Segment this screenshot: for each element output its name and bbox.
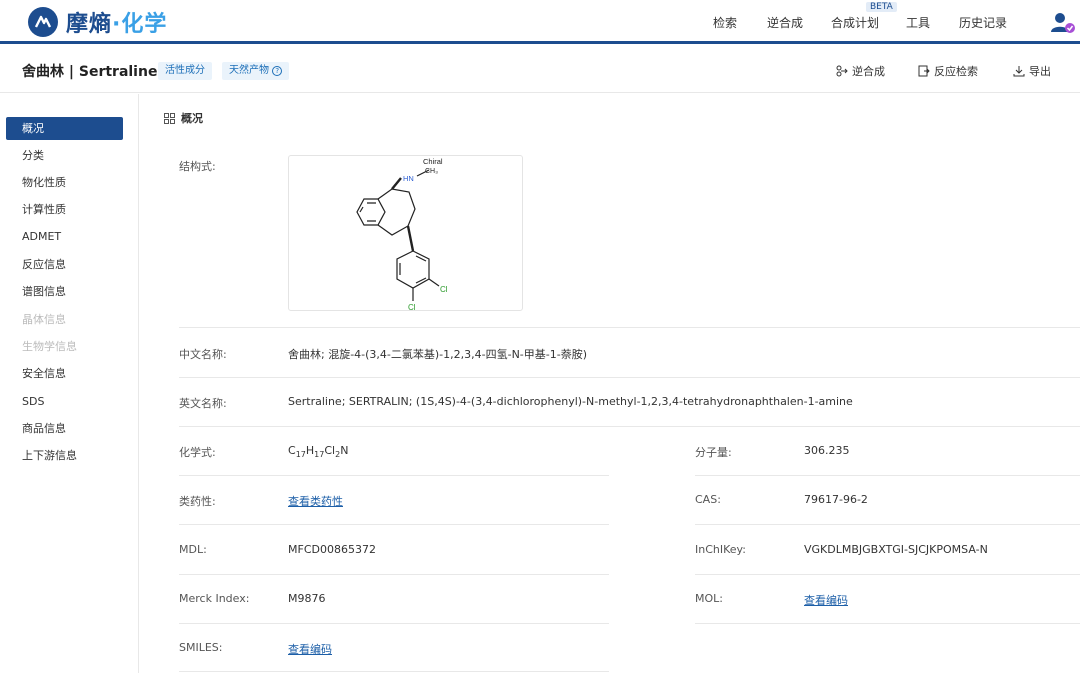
chiral-label: Chiral (423, 157, 443, 166)
divider (695, 475, 1080, 476)
sidebar-item-reactions[interactable]: 反应信息 (6, 253, 123, 276)
cl-label-2: Cl (408, 303, 416, 312)
divider (179, 377, 1080, 378)
compound-title-bar: 舍曲林 | Sertraline 活性成分 天然产物 ? 逆合成 反应检索 导出 (0, 47, 1080, 93)
sidebar-item-computed[interactable]: 计算性质 (6, 198, 123, 221)
sidebar-item-spectra[interactable]: 谱图信息 (6, 280, 123, 303)
sidebar-item-crystal: 晶体信息 (22, 313, 66, 326)
sidebar-item-biology: 生物学信息 (22, 340, 77, 353)
sidebar-item-physchem[interactable]: 物化性质 (6, 171, 123, 194)
divider (695, 574, 1080, 575)
ch3-label: CH₃ (425, 168, 438, 175)
sidebar-nav: 概况 分类 物化性质 计算性质 ADMET 反应信息 谱图信息 晶体信息 生物学… (0, 94, 139, 673)
cas-value: 79617-96-2 (804, 493, 868, 506)
divider (179, 623, 609, 624)
inchikey-label: InChIKey: (695, 543, 746, 556)
view-druglikeness-link[interactable]: 查看类药性 (288, 493, 343, 509)
tag-active-ingredient[interactable]: 活性成分 (158, 62, 212, 80)
cl-label-1: Cl (440, 285, 448, 294)
structure-image[interactable]: Chiral HN CH₃ Cl Cl (288, 155, 523, 312)
nav-search[interactable]: 检索 (713, 14, 737, 31)
view-mol-link[interactable]: 查看编码 (804, 592, 848, 608)
inchikey-value: VGKDLMBJGBXTGI-SJCJKPOMSA-N (804, 543, 988, 556)
mw-value: 306.235 (804, 444, 850, 457)
molecule-drawing: Chiral HN CH₃ Cl Cl (356, 157, 448, 312)
nav-retrosynthesis[interactable]: 逆合成 (767, 14, 803, 31)
merck-value: M9876 (288, 592, 326, 605)
formula-label: 化学式: (179, 446, 216, 459)
retrosynthesis-button[interactable]: 逆合成 (836, 63, 885, 79)
mdl-value: MFCD00865372 (288, 543, 376, 556)
sidebar-item-safety[interactable]: 安全信息 (6, 362, 123, 385)
mw-label: 分子量: (695, 446, 732, 459)
logo-mark-icon (28, 7, 58, 37)
main-content: 概况 结构式: Chiral HN CH₃ Cl Cl 中文名称: 舍曲林; 混… (140, 94, 1080, 673)
download-icon (1013, 66, 1025, 77)
cn-name-label: 中文名称: (179, 348, 227, 361)
en-name-label: 英文名称: (179, 397, 227, 410)
divider (179, 524, 609, 525)
sidebar-item-overview[interactable]: 概况 (6, 117, 123, 140)
page-title: 舍曲林 | Sertraline (22, 64, 158, 80)
sidebar-item-admet[interactable]: ADMET (6, 225, 123, 248)
sidebar-item-products[interactable]: 商品信息 (6, 417, 123, 440)
divider (179, 327, 1080, 328)
beta-badge: BETA (866, 2, 897, 12)
tag-natural-product[interactable]: 天然产物 ? (222, 62, 290, 80)
structure-label: 结构式: (179, 160, 216, 173)
retrosynthesis-icon (836, 65, 848, 77)
nav-tools[interactable]: 工具 (906, 14, 930, 31)
grid-icon (164, 112, 175, 124)
divider (695, 524, 1080, 525)
en-name-value: Sertraline; SERTRALIN; (1S,4S)-4-(3,4-di… (288, 395, 853, 408)
divider (179, 671, 609, 672)
app-logo[interactable]: 摩熵·化学 (28, 6, 167, 38)
help-icon[interactable]: ? (272, 66, 283, 76)
druglike-label: 类药性: (179, 495, 216, 508)
formula-value: C17H17Cl2N (288, 444, 349, 460)
mol-label: MOL: (695, 592, 723, 605)
divider (179, 426, 1080, 427)
reaction-search-label: 反应检索 (934, 65, 978, 78)
export-label: 导出 (1029, 65, 1051, 78)
reaction-search-icon (918, 65, 930, 77)
app-name: 摩熵·化学 (66, 12, 168, 37)
mdl-label: MDL: (179, 543, 207, 556)
reaction-search-button[interactable]: 反应检索 (918, 63, 978, 79)
user-avatar-icon[interactable] (1050, 10, 1076, 36)
cn-name-value: 舍曲林; 混旋-4-(3,4-二氯苯基)-1,2,3,4-四氢-N-甲基-1-萘… (288, 348, 588, 361)
top-navigation-bar: 摩熵·化学 检索 逆合成 合成计划 BETA 工具 历史记录 (0, 0, 1080, 44)
hn-label: HN (403, 174, 414, 183)
divider (695, 623, 1080, 624)
sidebar-item-sds[interactable]: SDS (6, 390, 123, 413)
nav-history[interactable]: 历史记录 (959, 14, 1007, 31)
sidebar-item-classification[interactable]: 分类 (6, 144, 123, 167)
cas-label: CAS: (695, 493, 721, 506)
retrosynthesis-label: 逆合成 (852, 65, 885, 78)
divider (179, 475, 609, 476)
divider (179, 574, 609, 575)
section-overview-heading: 概况 (164, 110, 203, 126)
view-smiles-link[interactable]: 查看编码 (288, 641, 332, 657)
export-button[interactable]: 导出 (1013, 63, 1051, 79)
sidebar-item-upstream-downstream[interactable]: 上下游信息 (6, 444, 123, 467)
merck-label: Merck Index: (179, 592, 250, 605)
smiles-label: SMILES: (179, 641, 223, 654)
nav-synthesis-plan[interactable]: 合成计划 (831, 14, 879, 31)
